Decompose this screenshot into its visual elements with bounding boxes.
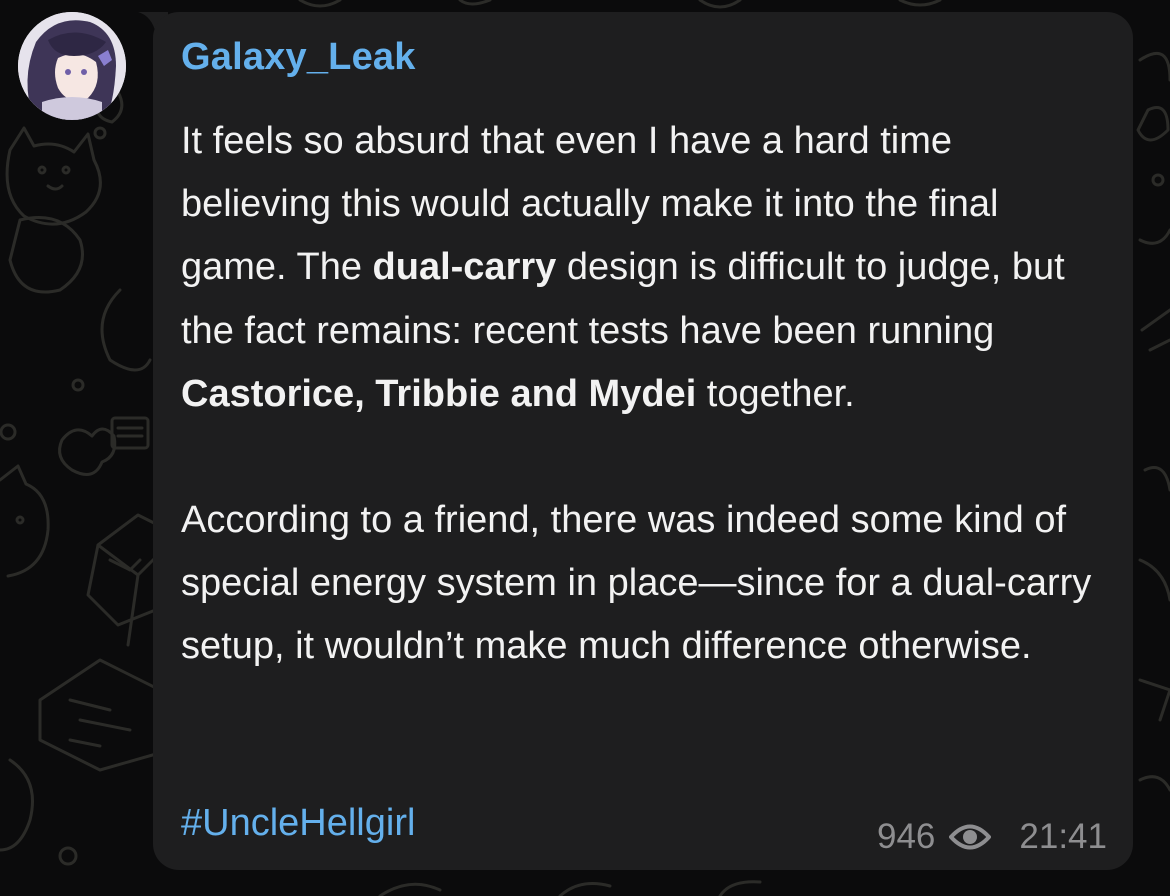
author-name[interactable]: Galaxy_Leak (181, 36, 416, 79)
bold-text: Castorice, Tribbie and Mydei (181, 372, 697, 415)
message-meta: 946 21:41 (877, 815, 1107, 859)
eye-icon (949, 824, 992, 850)
cat-doodle (5, 126, 102, 226)
bold-text: dual-carry (372, 246, 557, 289)
timestamp: 21:41 (1019, 817, 1107, 856)
paragraph-2: According to a friend, there was indeed … (181, 499, 1092, 668)
avatar-image (18, 12, 126, 120)
paragraph-1: It feels so absurd that even I have a ha… (181, 120, 1065, 415)
pot-doodle (8, 216, 84, 294)
hashtag-link[interactable]: #UncleHellgirl (181, 802, 415, 845)
mouse-doodle (58, 427, 117, 476)
view-count: 946 (877, 817, 936, 856)
avatar[interactable] (18, 12, 126, 120)
message-text: It feels so absurd that even I have a ha… (181, 110, 1111, 679)
message-bubble[interactable]: Galaxy_Leak It feels so absurd that even… (153, 12, 1133, 870)
